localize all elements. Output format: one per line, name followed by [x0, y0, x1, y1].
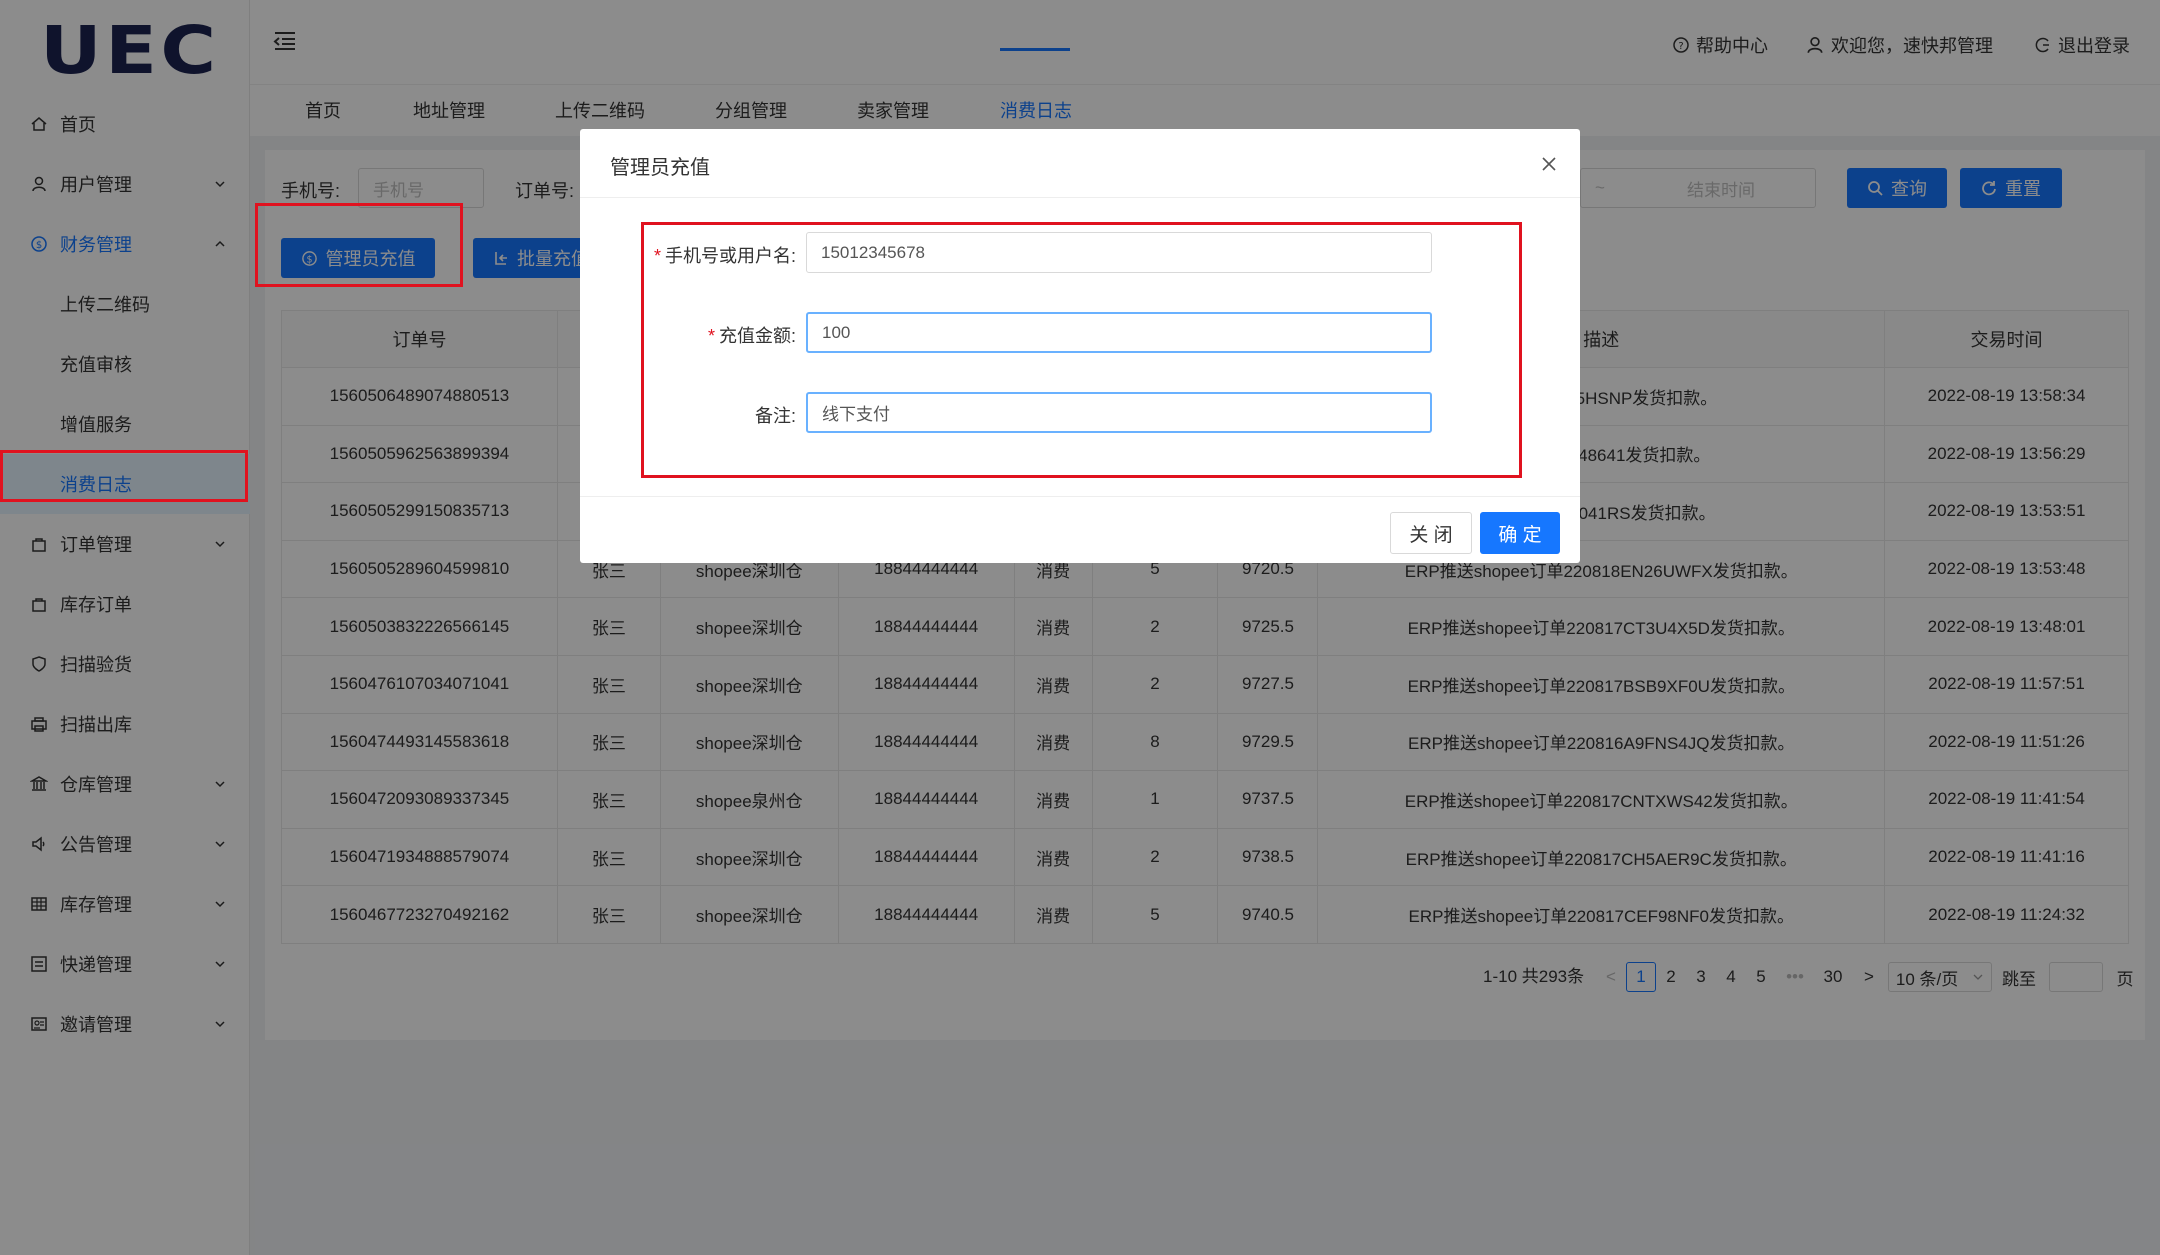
close-icon[interactable]: [1540, 155, 1558, 173]
phone-or-username-label: * 手机号或用户名:: [626, 242, 796, 268]
required-mark: *: [653, 246, 661, 266]
modal-header: 管理员充值: [580, 129, 1580, 198]
modal-close-button[interactable]: 关 闭: [1390, 512, 1472, 554]
phone-or-username-input[interactable]: 15012345678: [806, 232, 1432, 273]
recharge-amount-input[interactable]: 100: [806, 312, 1432, 353]
modal-confirm-button[interactable]: 确 定: [1480, 512, 1560, 554]
recharge-amount-label: * 充值金额:: [626, 322, 796, 348]
modal-footer-divider: [580, 496, 1580, 497]
phone-or-username-text: 手机号或用户名:: [664, 246, 796, 266]
remark-input[interactable]: 线下支付: [806, 392, 1432, 433]
modal-title: 管理员充值: [610, 157, 710, 179]
remark-label: 备注:: [626, 402, 796, 428]
recharge-amount-value: 100: [822, 322, 851, 342]
remark-text: 备注:: [754, 406, 796, 426]
phone-or-username-value: 15012345678: [821, 242, 926, 262]
remark-value: 线下支付: [822, 405, 890, 424]
recharge-amount-text: 充值金额:: [718, 326, 796, 346]
required-mark: *: [707, 326, 715, 346]
